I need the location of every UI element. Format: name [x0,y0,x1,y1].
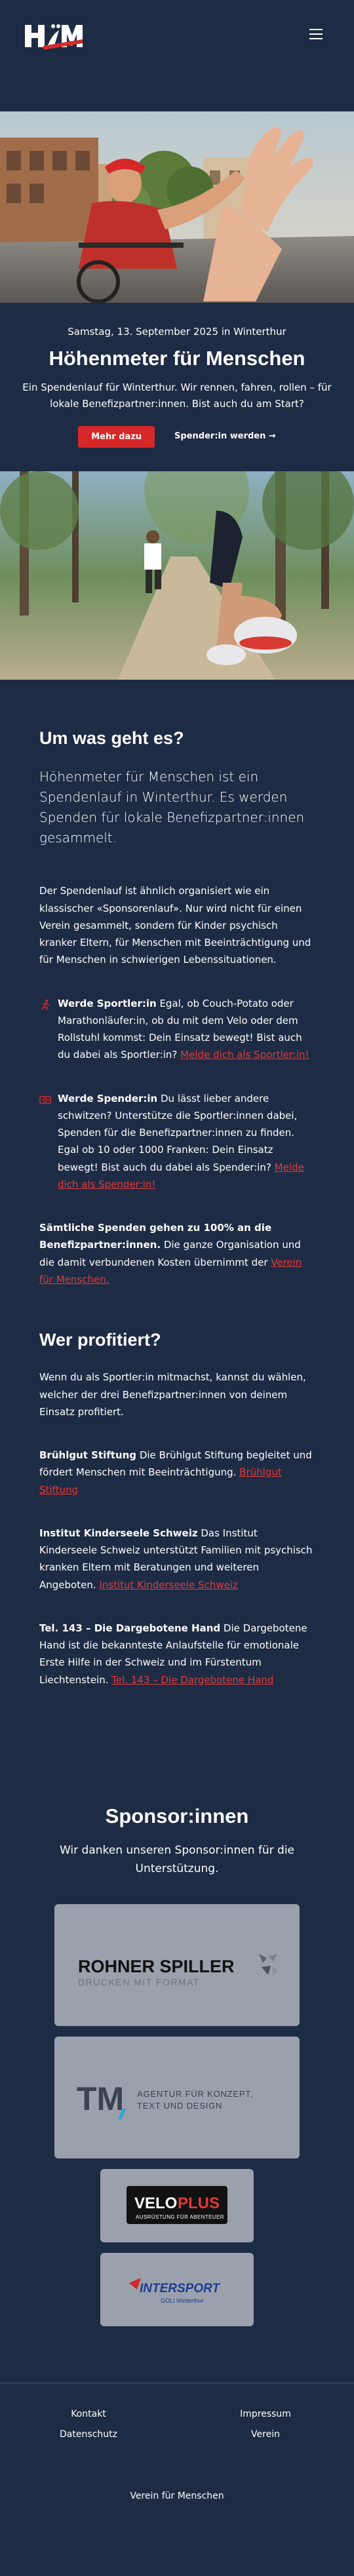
intersport-logo: INTERSPORT GOLI Winterthur [129,2278,221,2304]
hero-image-cyclist [0,111,354,303]
menu-line [309,29,323,30]
hero-image-runners [0,471,354,680]
intro-text: Ein Spendenlauf für Winterthur. Wir renn… [22,381,332,410]
feature-athlete: Werde Sportler:in Egal, ob Couch-Potato … [39,995,315,1064]
become-donor-link[interactable]: Spender:in werden → [174,430,276,444]
beneficiary-item: Tel. 143 – Die Dargebotene Hand Die Darg… [39,1620,315,1688]
footer-link-association[interactable]: Verein [177,2427,354,2442]
svg-text:PLUS: PLUS [178,2195,220,2212]
about-section: Um was geht es? Höhenmeter für Menschen … [0,680,354,1728]
logo[interactable] [24,21,88,51]
sponsor-card-intersport[interactable]: INTERSPORT GOLI Winterthur [100,2253,254,2327]
svg-text:GOLI Winterthur: GOLI Winterthur [161,2297,204,2304]
svg-text:INTERSPORT: INTERSPORT [140,2282,221,2295]
sponsors-subtitle: Wir danken unseren Sponsor:innen für die… [60,1844,294,1876]
svg-text:AUSRÜSTUNG FÜR ABENTEUER: AUSRÜSTUNG FÜR ABENTEUER [136,2214,224,2220]
svg-text:DRUCKEN MIT FORMAT: DRUCKEN MIT FORMAT [78,1977,200,1987]
page-title: Höhenmeter für Menschen [49,347,305,370]
beneficiary-item: Brühlgut Stiftung Die Brühlgut Stiftung … [39,1447,315,1498]
feature-athlete-strong: Werde Sportler:in [58,997,157,1009]
sponsors-section: Sponsor:innen Wir danken unseren Sponsor… [0,1728,354,2377]
beneficiaries-intro: Wenn du als Sportler:in mitmachst, kanns… [39,1371,306,1418]
site-footer: Kontakt Impressum Datenschutz Verein Ver… [0,2383,354,2523]
logo-mark-icon [24,24,88,50]
svg-text:ROHNER SPILLER: ROHNER SPILLER [78,1957,235,1976]
footer-links: Kontakt Impressum Datenschutz Verein [0,2407,354,2442]
feature-donor-body: Du lässt lieber andere schwitzen? Unters… [58,1092,298,1173]
donations-paragraph: Sämtliche Spenden gehen zu 100% an die B… [39,1219,315,1288]
feature-athlete-text: Werde Sportler:in Egal, ob Couch-Potato … [58,995,315,1064]
more-info-button[interactable]: Mehr dazu [78,426,155,448]
about-title: Um was geht es? [39,728,184,749]
footer-link-imprint[interactable]: Impressum [177,2407,354,2421]
beneficiary-item: Institut Kinderseele Schweiz Das Institu… [39,1525,315,1593]
footer-association-name[interactable]: Verein für Menschen [130,2491,224,2501]
tm-agency-logo: TM AGENTUR FÜR KONZEPT, TEXT UND DESIGN [77,2080,253,2120]
svg-text:TM: TM [77,2080,124,2117]
site-header [0,0,354,111]
intro-buttons: Mehr dazu Spender:in werden → [20,426,334,448]
intro-section: Samstag, 13. September 2025 in Winterthu… [0,303,354,471]
rohner-spiller-logo: ROHNER SPILLER DRUCKEN MIT FORMAT [78,1954,279,1987]
feature-donor-strong: Werde Spender:in [58,1092,158,1104]
money-icon [39,1090,52,1194]
menu-line [309,38,323,39]
svg-text:AGENTUR FÜR KONZEPT,: AGENTUR FÜR KONZEPT, [137,2089,253,2099]
veloplus-logo: VELO PLUS AUSRÜSTUNG FÜR ABENTEUER [127,2186,227,2225]
svg-text:TEXT UND DESIGN: TEXT UND DESIGN [137,2101,222,2111]
beneficiaries-title: Wer profitiert? [39,1330,161,1350]
sponsors-title: Sponsor:innen [105,1804,249,1827]
footer-bottom: Verein für Menschen [0,2489,354,2503]
footer-link-contact[interactable]: Kontakt [0,2407,177,2421]
beneficiary-link-kinderseele[interactable]: Institut Kinderseele Schweiz [99,1579,238,1591]
beneficiary-name: Institut Kinderseele Schweiz [39,1527,198,1539]
beneficiary-link-143[interactable]: Tel. 143 – Die Dargebotene Hand [111,1674,273,1686]
feature-donor-text: Werde Spender:in Du lässt lieber andere … [58,1090,315,1194]
sponsor-card-tm[interactable]: TM AGENTUR FÜR KONZEPT, TEXT UND DESIGN [54,2037,300,2159]
beneficiary-name: Brühlgut Stiftung [39,1449,137,1462]
feature-donor: Werde Spender:in Du lässt lieber andere … [39,1090,315,1194]
running-icon [39,995,52,1064]
about-lead: Höhenmeter für Menschen ist ein Spendenl… [39,769,305,846]
svg-text:VELO: VELO [134,2195,177,2212]
menu-line [309,33,323,35]
sponsor-card-veloplus[interactable]: VELO PLUS AUSRÜSTUNG FÜR ABENTEUER [100,2169,254,2243]
hamburger-menu-icon[interactable] [309,29,323,39]
about-paragraph: Der Spendenlauf ist ähnlich organisiert … [39,885,311,966]
sponsor-card-rohner-spiller[interactable]: ROHNER SPILLER DRUCKEN MIT FORMAT [54,1904,300,2027]
footer-link-privacy[interactable]: Datenschutz [0,2427,177,2442]
event-date: Samstag, 13. September 2025 in Winterthu… [68,326,286,338]
signup-athlete-link[interactable]: Melde dich als Sportler:in! [180,1049,309,1061]
beneficiary-name: Tel. 143 – Die Dargebotene Hand [39,1622,221,1634]
